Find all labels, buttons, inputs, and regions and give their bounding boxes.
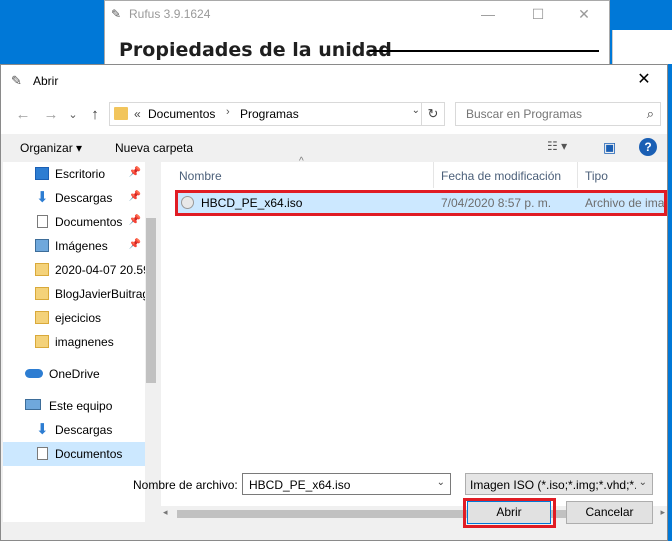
filename-input[interactable]	[247, 477, 431, 493]
pictures-icon	[35, 239, 49, 252]
highlight-box	[463, 498, 556, 528]
folder-icon	[114, 107, 128, 120]
recent-locations-icon[interactable]: ⌄	[63, 105, 83, 125]
pin-icon: 📌	[128, 191, 141, 202]
dialog-close-button[interactable]: ✕	[629, 68, 659, 92]
dialog-app-icon: ✎	[11, 73, 22, 88]
file-list: ^ Nombre Fecha de modificación Tipo HBCD…	[161, 156, 667, 522]
rufus-section-heading: Propiedades de la unidad	[119, 39, 392, 61]
navigation-bar: ← → ⌄ ↑ « Documentos › Programas ⌄ ↻ ⌕	[1, 96, 667, 134]
back-arrow-icon[interactable]: ←	[13, 105, 33, 125]
sidebar-item-label: 2020-04-07 20.59	[55, 263, 145, 277]
sidebar-item-ejecicios[interactable]: ejecicios	[3, 306, 145, 330]
background-window-edge	[612, 30, 672, 64]
rufus-minimize-button[interactable]: —	[465, 1, 511, 27]
filename-combobox[interactable]: ⌄	[242, 473, 451, 495]
sort-indicator-icon: ^	[299, 156, 304, 167]
organize-button[interactable]: Organizar ▾	[20, 141, 82, 155]
rufus-close-button[interactable]: ✕	[561, 1, 607, 27]
folder-icon	[35, 311, 49, 324]
sidebar-item-label: Documentos	[55, 447, 123, 461]
breadcrumb-documentos[interactable]: Documentos	[148, 107, 215, 121]
cloud-icon	[25, 369, 43, 378]
pin-icon: 📌	[128, 239, 141, 250]
dialog-title-bar: ✎ Abrir ✕	[1, 65, 667, 96]
documents-icon	[37, 215, 48, 228]
cancel-button[interactable]: Cancelar	[566, 501, 653, 524]
sidebar-item-descargas[interactable]: ⬇ Descargas 📌	[3, 186, 145, 210]
rufus-app-icon: ✎	[111, 7, 122, 21]
help-icon[interactable]: ?	[639, 138, 657, 156]
sidebar-item-escritorio[interactable]: Escritorio 📌	[3, 162, 145, 186]
search-icon[interactable]: ⌕	[647, 106, 654, 122]
scroll-right-icon[interactable]: ▸	[660, 507, 665, 518]
documents-icon	[37, 447, 48, 460]
new-folder-button[interactable]: Nueva carpeta	[115, 141, 193, 155]
folder-icon	[35, 287, 49, 300]
column-divider[interactable]	[433, 162, 434, 188]
column-header-type[interactable]: Tipo	[585, 169, 608, 183]
pin-icon: 📌	[128, 167, 141, 178]
path-overflow-icon[interactable]: «	[134, 107, 141, 121]
sidebar-scrollbar-thumb[interactable]	[146, 218, 156, 383]
sidebar-item-label: Descargas	[55, 423, 113, 437]
address-bar[interactable]: « Documentos › Programas ⌄ ↻	[109, 102, 445, 126]
sidebar-item-documentos-equipo[interactable]: Documentos	[3, 442, 145, 466]
filetype-value: Imagen ISO (*.iso;*.img;*.vhd;*.	[470, 478, 636, 492]
sidebar-item-label: BlogJavierBuitrag	[55, 287, 145, 301]
scroll-left-icon[interactable]: ◂	[163, 507, 168, 518]
highlight-box	[175, 190, 667, 216]
sidebar-item-documentos[interactable]: Documentos 📌	[3, 210, 145, 234]
view-options-icon[interactable]: ☷ ▾	[547, 139, 567, 153]
chevron-down-icon[interactable]: ⌄	[437, 477, 445, 488]
navigation-pane: Escritorio 📌 ⬇ Descargas 📌 Documentos 📌 …	[3, 162, 157, 522]
sidebar-item-imagnenes[interactable]: imagnenes	[3, 330, 145, 354]
folder-icon	[35, 263, 49, 276]
chevron-down-icon[interactable]: ⌄	[639, 477, 647, 488]
rufus-window: ✎ Rufus 3.9.1624 — ☐ ✕ Propiedades de la…	[104, 0, 610, 72]
open-file-dialog: ✎ Abrir ✕ ← → ⌄ ↑ « Documentos › Program…	[0, 64, 668, 541]
search-box[interactable]: ⌕	[455, 102, 661, 126]
rufus-heading-divider	[369, 50, 599, 52]
refresh-icon[interactable]: ↻	[421, 103, 444, 125]
rufus-title: Rufus 3.9.1624	[129, 7, 211, 21]
column-header-modified[interactable]: Fecha de modificación	[441, 169, 561, 183]
rufus-title-bar: ✎ Rufus 3.9.1624 — ☐ ✕	[105, 1, 609, 27]
breadcrumb-programas[interactable]: Programas	[240, 107, 299, 121]
sidebar-item-label: OneDrive	[49, 367, 100, 381]
filetype-select[interactable]: Imagen ISO (*.iso;*.img;*.vhd;*. ⌄	[465, 473, 653, 495]
pin-icon: 📌	[128, 215, 141, 226]
folder-icon	[35, 335, 49, 348]
sidebar-item-blogjavierbuitrago[interactable]: BlogJavierBuitrag	[3, 282, 145, 306]
sidebar-item-label: Este equipo	[49, 399, 113, 413]
forward-arrow-icon[interactable]: →	[41, 105, 61, 125]
sidebar-item-folder-2020-04-07[interactable]: 2020-04-07 20.59	[3, 258, 145, 282]
search-input[interactable]	[464, 106, 628, 122]
column-divider[interactable]	[577, 162, 578, 188]
address-dropdown-icon[interactable]: ⌄	[412, 105, 420, 116]
sidebar-item-label: ejecicios	[55, 311, 102, 325]
sidebar-item-label: imagnenes	[55, 335, 114, 349]
download-icon: ⬇	[36, 421, 49, 438]
filename-label: Nombre de archivo:	[133, 478, 238, 492]
sidebar-item-este-equipo[interactable]: Este equipo	[3, 394, 145, 418]
sidebar-item-onedrive[interactable]: OneDrive	[3, 362, 145, 386]
command-toolbar: Organizar ▾ Nueva carpeta ☷ ▾ ▣ ?	[1, 134, 667, 164]
breadcrumb-separator-icon[interactable]: ›	[226, 106, 230, 118]
sidebar-item-imagenes[interactable]: Imágenes 📌	[3, 234, 145, 258]
computer-icon	[25, 399, 41, 410]
sidebar-item-descargas-equipo[interactable]: ⬇ Descargas	[3, 418, 145, 442]
dialog-title: Abrir	[33, 74, 59, 88]
column-header-name[interactable]: Nombre	[179, 169, 222, 183]
rufus-maximize-button[interactable]: ☐	[515, 1, 561, 27]
preview-pane-icon[interactable]: ▣	[603, 139, 616, 156]
up-arrow-icon[interactable]: ↑	[85, 105, 105, 125]
download-icon: ⬇	[36, 189, 49, 206]
desktop-icon	[35, 167, 49, 180]
